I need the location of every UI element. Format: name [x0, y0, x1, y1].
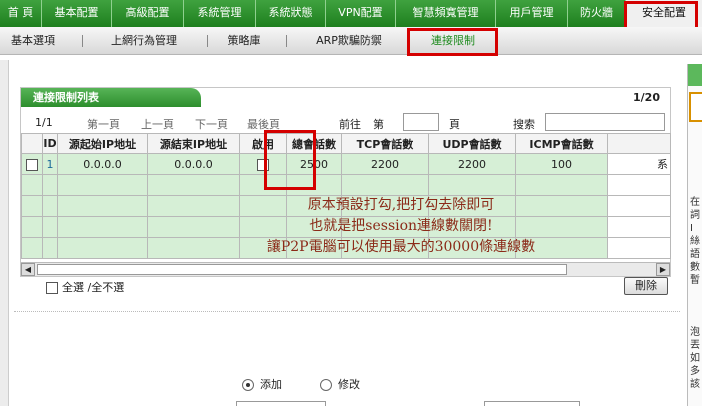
select-all-row: 全選 /全不選 [46, 279, 124, 295]
subnav-web-behavior[interactable]: 上網行為管理 [94, 27, 194, 55]
subnav-divider [207, 35, 208, 47]
help-text-1: 在詞I絲語數暫 [690, 197, 700, 286]
nav-advanced-config[interactable]: 高級配置 [112, 0, 184, 27]
list-title: 連接限制列表 [21, 88, 201, 107]
highlight-connection-limit-tab [407, 28, 498, 56]
subnav-basic-options[interactable]: 基本選項 [0, 27, 66, 55]
pager-current: 1/1 [35, 116, 53, 129]
help-text-2: 泡丟如多該 [690, 327, 700, 390]
subnav-divider [82, 35, 83, 47]
row-tcp: 2200 [341, 153, 429, 175]
col-udp-sessions[interactable]: UDP會話數 [428, 133, 516, 154]
col-id[interactable]: ID [42, 133, 58, 154]
table-row [21, 174, 671, 196]
right-panel-header [688, 64, 702, 86]
modify-radio[interactable] [320, 379, 332, 391]
add-radio[interactable] [242, 379, 254, 391]
horizontal-scrollbar[interactable]: ◀ ▶ [21, 262, 670, 276]
nav-user-admin[interactable]: 用戶管理 [496, 0, 568, 27]
sub-nav: 基本選項 上網行為管理 策略庫 ARP欺騙防禦 連接限制 [0, 27, 702, 55]
pager-first[interactable]: 第一頁 [87, 116, 120, 132]
pager-goto-label: 前往 [339, 118, 361, 131]
end-ip-input-partial[interactable] [484, 401, 580, 406]
table-row[interactable]: 1 0.0.0.0 0.0.0.0 2500 2200 2200 100 系 [21, 153, 671, 175]
highlight-enabled-column [264, 130, 316, 190]
divider [14, 311, 680, 312]
pager-next[interactable]: 下一頁 [195, 116, 228, 132]
pager-prev[interactable]: 上一頁 [141, 116, 174, 132]
row-end-ip: 0.0.0.0 [147, 153, 240, 175]
subnav-policy-library[interactable]: 策略庫 [216, 27, 272, 55]
scroll-thumb[interactable] [37, 264, 567, 275]
row-id: 1 [42, 153, 58, 175]
table-header-row: ID 源起始IP地址 源結束IP地址 啟用 總會話數 TCP會話數 UDP會話數… [21, 133, 671, 154]
col-extra [607, 133, 671, 154]
search-label: 搜索 [513, 118, 535, 131]
annotation-line-2: 也就是把session連線數關閉! [309, 218, 493, 234]
pager-goto-suffix: 頁 [449, 118, 460, 131]
select-all-checkbox[interactable] [46, 282, 58, 294]
row-start-ip: 0.0.0.0 [57, 153, 148, 175]
page-indicator: 1/20 [633, 91, 660, 104]
connection-limit-list: 連接限制列表 1/20 1/1 第一頁 上一頁 下一頁 最後頁 前往 第 頁 搜… [20, 87, 671, 277]
delete-button[interactable]: 刪除 [624, 277, 668, 295]
nav-basic-config[interactable]: 基本配置 [42, 0, 112, 27]
subnav-arp-defense[interactable]: ARP欺騙防禦 [294, 27, 404, 55]
list-header: 連接限制列表 1/20 [21, 88, 670, 107]
start-ip-input-partial[interactable] [236, 401, 326, 406]
nav-home[interactable]: 首 頁 [0, 0, 42, 27]
col-icmp-sessions[interactable]: ICMP會話數 [515, 133, 608, 154]
col-select [21, 133, 43, 154]
col-tcp-sessions[interactable]: TCP會話數 [341, 133, 429, 154]
page-number-input[interactable] [403, 113, 439, 131]
help-icon [689, 92, 702, 122]
row-extra: 系 [607, 153, 671, 175]
annotation-line-3: 讓P2P電腦可以使用最大的30000條連線數 [266, 239, 536, 255]
row-select-cell [21, 153, 43, 175]
nav-system-status[interactable]: 系統狀態 [256, 0, 326, 27]
row-udp: 2200 [428, 153, 516, 175]
row-icmp: 100 [515, 153, 608, 175]
nav-firewall[interactable]: 防火牆 [568, 0, 626, 27]
scroll-left-icon[interactable]: ◀ [21, 263, 35, 276]
annotation-line-1: 原本預設打勾,把打勾去除即可 [307, 197, 495, 213]
add-option[interactable]: 添加 [242, 376, 282, 392]
col-end-ip[interactable]: 源結束IP地址 [147, 133, 240, 154]
pager-goto-prefix: 第 [373, 118, 384, 131]
add-label: 添加 [260, 378, 282, 391]
top-nav: 首 頁 基本配置 高級配置 系統管理 系統狀態 VPN配置 智慧頻寬管理 用戶管… [0, 0, 702, 27]
left-frame-strip [0, 60, 9, 406]
nav-bandwidth[interactable]: 智慧頻寬管理 [396, 0, 496, 27]
scroll-right-icon[interactable]: ▶ [656, 263, 670, 276]
right-help-panel: 在詞I絲語數暫 泡丟如多該 [687, 64, 702, 406]
nav-system-admin[interactable]: 系統管理 [184, 0, 256, 27]
col-start-ip[interactable]: 源起始IP地址 [57, 133, 148, 154]
select-all-label[interactable]: 全選 [62, 281, 84, 294]
page: { "top_nav": { "items": ["首 頁", "基本配置", … [0, 0, 702, 406]
subnav-divider [286, 35, 287, 47]
nav-vpn-config[interactable]: VPN配置 [326, 0, 396, 27]
modify-label: 修改 [338, 378, 360, 391]
pager: 1/1 第一頁 上一頁 下一頁 最後頁 前往 第 頁 搜索 [21, 113, 670, 133]
row-select-checkbox[interactable] [26, 158, 38, 171]
modify-option[interactable]: 修改 [320, 376, 360, 392]
search-input[interactable] [545, 113, 665, 131]
deselect-all-label[interactable]: /全不選 [88, 281, 125, 294]
